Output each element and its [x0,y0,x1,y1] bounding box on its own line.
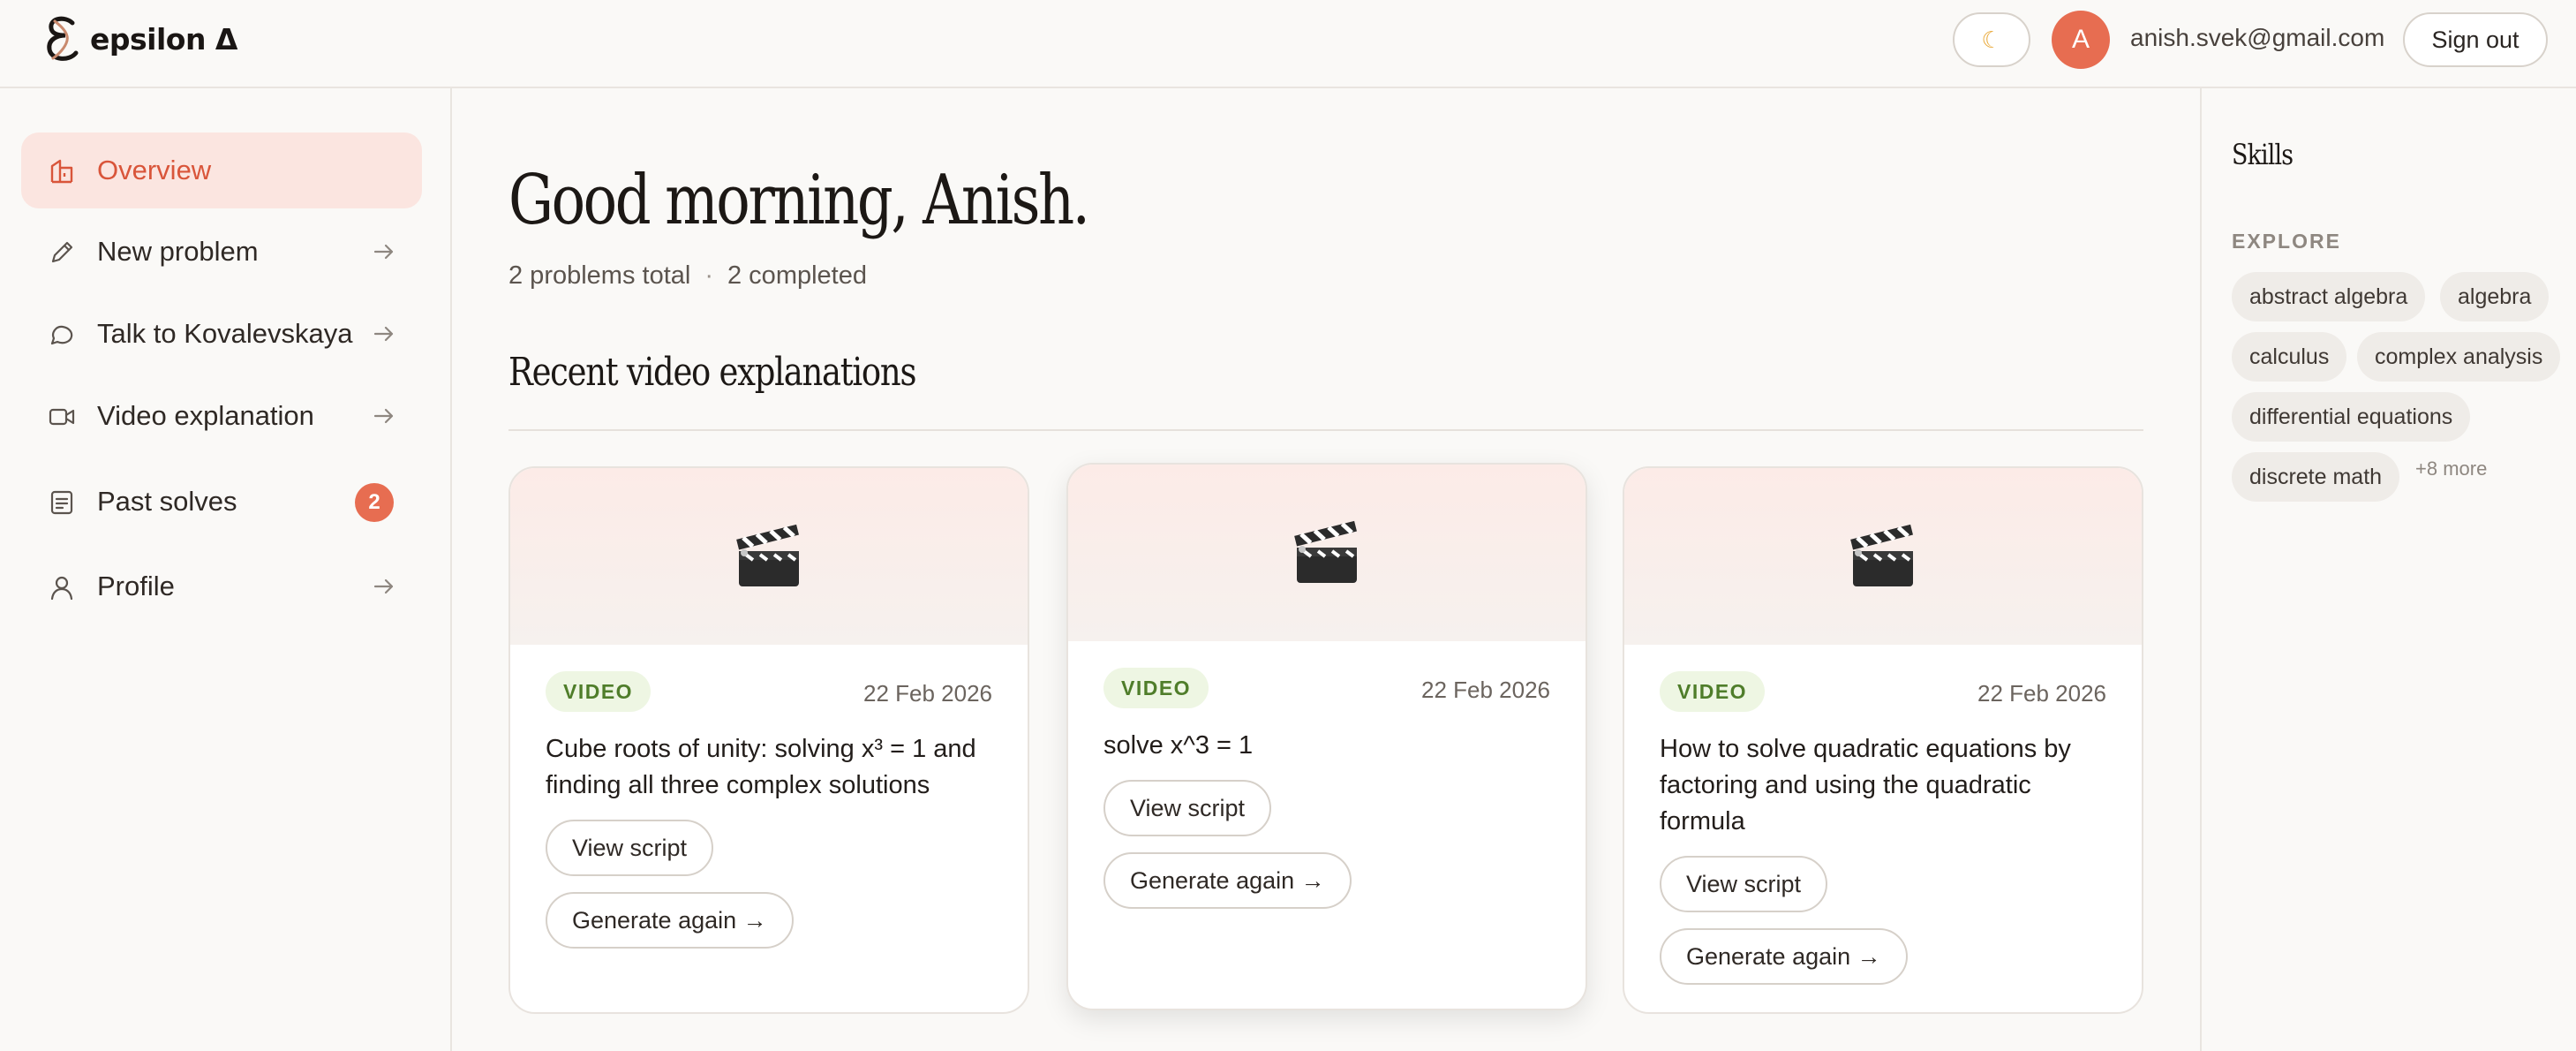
section-title: Recent video explanations [508,350,916,395]
card-thumbnail [1068,465,1586,641]
more-skills-link[interactable]: +8 more [2415,457,2487,480]
sidebar-item-label: New problem [97,236,259,267]
sidebar-item-profile[interactable]: Profile [21,548,422,624]
arrow-right-icon [373,244,394,260]
summary-completed: 2 completed [727,261,867,290]
sidebar-item-label: Profile [97,571,175,601]
skill-chip[interactable]: complex analysis [2357,332,2561,382]
card-title: Cube roots of unity: solving x³ = 1 and … [546,735,976,799]
problem-summary: 2 problems total · 2 completed [508,261,867,291]
card-date: 22 Feb 2026 [862,680,992,707]
clapperboard-icon [1850,524,1913,586]
video-tag: VIDEO [1660,671,1766,712]
view-script-button[interactable]: View script [1660,856,1828,912]
main-content: Good morning, Anish. 2 problems total · … [454,88,2200,1051]
sidebar-item-past-solves[interactable]: Past solves 2 [21,464,422,540]
sidebar-item-label: Talk to Kovalevskaya [97,318,353,349]
epsilon-logo-icon [47,16,79,61]
video-tag: VIDEO [1103,668,1209,708]
video-card[interactable]: VIDEO 22 Feb 2026 solve x^3 = 1 View scr… [1066,463,1587,1010]
video-camera-icon [49,408,75,426]
card-date: 22 Feb 2026 [1977,680,2106,707]
sidebar-item-talk[interactable]: Talk to Kovalevskaya [21,296,422,372]
chat-bubble-icon [50,325,73,345]
document-icon [50,490,73,515]
user-icon [50,576,73,601]
section-divider [508,429,2143,431]
past-solves-count-badge: 2 [355,483,394,522]
skills-title: Skills [2232,138,2294,171]
view-script-button[interactable]: View script [1103,780,1272,836]
skill-chip[interactable]: algebra [2440,272,2550,321]
skill-chip[interactable]: calculus [2232,332,2347,382]
sidebar: Overview New problem Talk to Kovalevskay… [0,88,452,1051]
sidebar-item-label: Overview [97,155,212,185]
card-title: How to solve quadratic equations by fact… [1660,735,2071,836]
generate-again-button[interactable]: Generate again → [546,892,794,949]
brand-logo[interactable]: epsilon Δ [42,12,237,65]
arrow-right-icon [373,326,394,342]
arrow-right-icon [373,578,394,594]
moon-icon: ☾ [1981,26,2002,53]
generate-again-button[interactable]: Generate again → [1660,928,1908,985]
avatar[interactable]: A [2052,11,2110,69]
summary-separator: · [704,261,713,290]
video-card[interactable]: VIDEO 22 Feb 2026 Cube roots of unity: s… [508,466,1029,1014]
video-tag: VIDEO [546,671,652,712]
sign-out-button[interactable]: Sign out [2403,12,2548,67]
card-title: solve x^3 = 1 [1103,731,1254,760]
sidebar-item-video-explanation[interactable]: Video explanation [21,378,422,454]
sidebar-item-new-problem[interactable]: New problem [21,214,422,290]
sidebar-item-overview[interactable]: Overview [21,132,422,208]
skill-chip[interactable]: abstract algebra [2232,272,2426,321]
card-thumbnail [510,468,1028,645]
home-icon [50,159,73,184]
sidebar-item-label: Video explanation [97,400,314,431]
card-thumbnail [1624,468,2142,645]
top-header: epsilon Δ ☾ A anish.svek@gmail.com Sign … [0,0,2576,88]
page-title: Good morning, Anish. [508,161,1090,240]
theme-toggle-button[interactable]: ☾ [1953,12,2030,67]
user-email: anish.svek@gmail.com [2130,24,2385,51]
brand-name: epsilon Δ [90,21,237,57]
skill-chip[interactable]: differential equations [2232,392,2471,442]
clapperboard-icon [1294,520,1357,583]
generate-again-button[interactable]: Generate again → [1103,852,1352,909]
view-script-button[interactable]: View script [546,820,714,876]
video-card[interactable]: VIDEO 22 Feb 2026 How to solve quadratic… [1623,466,2143,1014]
summary-total: 2 problems total [508,261,691,290]
sidebar-item-label: Past solves [97,486,237,517]
explore-label: EXPLORE [2232,230,2341,253]
pencil-icon [51,241,73,263]
skill-chip[interactable]: discrete math [2232,452,2400,502]
card-date: 22 Feb 2026 [1420,677,1550,703]
skills-panel: Skills EXPLORE abstract algebra algebra … [2200,88,2576,1051]
arrow-right-icon [373,408,394,424]
clapperboard-icon [736,524,799,586]
